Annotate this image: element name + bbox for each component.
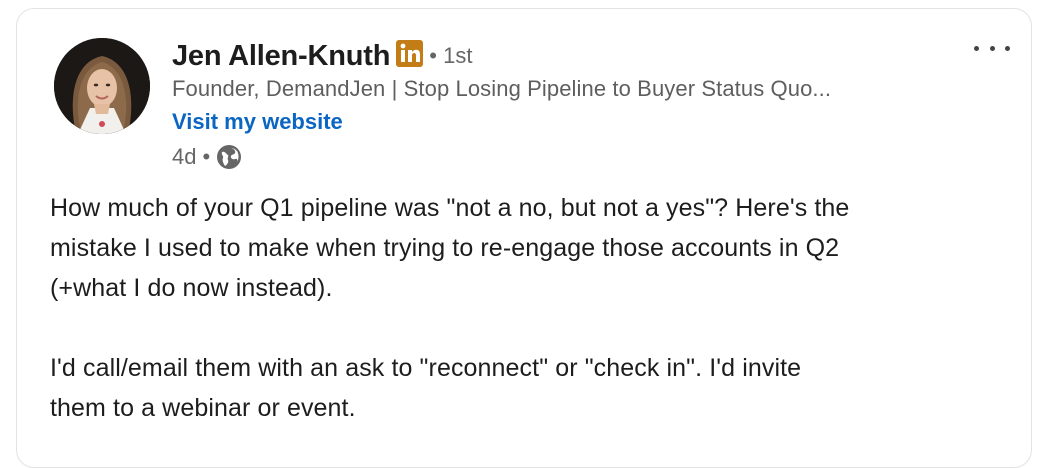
post-line: mistake I used to make when trying to re…	[50, 234, 840, 262]
post-line: How much of your Q1 pipeline was "not a …	[50, 194, 850, 222]
author-headline: Founder, DemandJen | Stop Losing Pipelin…	[172, 76, 832, 101]
ellipsis-icon	[1005, 45, 1010, 51]
meta-separator: •	[202, 144, 211, 169]
author-name-row: Jen Allen-Knuth • 1st	[172, 36, 472, 76]
post-text: How much of your Q1 pipeline was "not a …	[50, 188, 1000, 428]
linkedin-icon	[396, 39, 424, 67]
globe-icon	[216, 144, 242, 170]
post-meta: 4d •	[172, 142, 242, 172]
post-line: I'd call/email them with an ask to "reco…	[50, 354, 802, 382]
author-avatar[interactable]	[54, 38, 150, 134]
post-timestamp: 4d	[172, 144, 197, 169]
author-name[interactable]: Jen Allen-Knuth	[172, 40, 390, 73]
post-line: (+what I do now instead).	[50, 274, 333, 302]
avatar-photo	[54, 38, 150, 134]
ellipsis-icon	[989, 45, 995, 51]
more-options-button[interactable]	[974, 36, 1010, 60]
post-line: them to a webinar or event.	[50, 394, 356, 422]
connection-degree: • 1st	[429, 43, 473, 68]
ellipsis-icon	[974, 45, 979, 51]
visit-website-link[interactable]: Visit my website	[172, 109, 343, 135]
